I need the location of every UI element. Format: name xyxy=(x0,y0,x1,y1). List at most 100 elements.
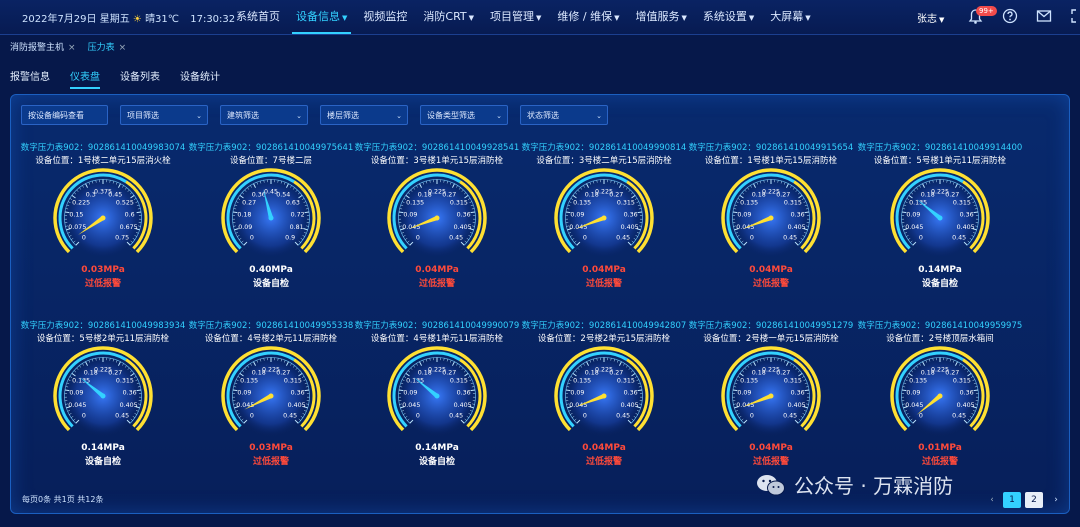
wechat-icon xyxy=(757,474,785,495)
gauge-card[interactable]: 数字压力表902：902861410049955338 设备位置：4号楼2单元11… xyxy=(186,319,356,469)
next-page-button[interactable]: › xyxy=(1047,492,1065,508)
gauge-tick xyxy=(804,211,810,214)
gauge-location: 设备位置：3号楼二单元15层消防栓 xyxy=(536,156,672,166)
user-name: 张志 xyxy=(917,14,937,25)
page-tab-1[interactable]: 压力表 × xyxy=(88,40,127,56)
gauge-status: 过低报警 xyxy=(585,457,622,467)
gauge-card[interactable]: 数字压力表902：902861410049942807 设备位置：2号楼2单元15… xyxy=(519,319,689,469)
gauge-card[interactable]: 数字压力表902：902861410049928541 设备位置：3号楼1单元15… xyxy=(352,141,522,291)
user-menu[interactable]: 张志 ▼ xyxy=(917,10,944,25)
help-icon[interactable] xyxy=(1000,6,1020,26)
gauge-card[interactable]: 数字压力表902：902861410049975641 设备位置：7号楼二层 0 0.… xyxy=(186,141,356,291)
gauge-tick-label: 0.09 xyxy=(906,389,920,396)
sub-tab-1[interactable]: 仪表盘 xyxy=(70,68,100,89)
prev-page-button[interactable]: ‹ xyxy=(983,492,1001,508)
close-icon[interactable]: × xyxy=(119,43,127,53)
gauge-title: 数字压力表902：902861410049959975 xyxy=(857,321,1023,331)
gauge-status: 设备自检 xyxy=(418,457,455,467)
nav-item-label: 项目管理 xyxy=(490,10,535,23)
gauge-card[interactable]: 数字压力表902：902861410049983934 设备位置：5号楼2单元11… xyxy=(18,319,188,469)
floor-filter[interactable]: 楼层筛选 ⌄ xyxy=(320,105,408,125)
device-code-input[interactable]: 按设备编码查看 xyxy=(21,105,108,125)
gauge-tick-label: 0.315 xyxy=(116,378,134,385)
gauge-card[interactable]: 数字压力表902：902861410049990079 设备位置：4号楼1单元11… xyxy=(352,319,522,469)
watermark-text: 公众号 · 万霖消防 xyxy=(794,474,954,498)
gauge-hub xyxy=(100,393,106,399)
gauge-title: 数字压力表902：902861410049955338 xyxy=(188,321,354,331)
gauge-tick-label: 0.315 xyxy=(450,200,468,207)
gauge-tick-label: 0.45 xyxy=(783,413,797,420)
gauge-tick-label: 0.405 xyxy=(788,402,806,409)
gauge-card[interactable]: 数字压力表902：902861410049914400 设备位置：5号楼1单元11… xyxy=(855,141,1025,291)
nav-item-label: 维修 / 维保 xyxy=(557,10,613,23)
chevron-down-icon: ▼ xyxy=(468,14,475,22)
gauge-tick-label: 0.36 xyxy=(624,211,638,218)
nav-item-label: 视频监控 xyxy=(363,10,408,23)
gauge-title: 数字压力表902：902861410049915654 xyxy=(688,143,854,153)
project-filter[interactable]: 项目筛选 ⌄ xyxy=(120,105,208,125)
gauge-value: 0.14MPa xyxy=(918,265,962,275)
bell-icon[interactable]: 99+ xyxy=(966,6,997,26)
watermark: 公众号 · 万霖消防 xyxy=(756,470,953,499)
gauge-tick-label: 0.09 xyxy=(237,389,251,396)
nav-item-2[interactable]: 视频监控 xyxy=(355,0,415,34)
gauge-tick-label: 0 xyxy=(82,235,86,242)
gauge-tick-label: 0.09 xyxy=(737,211,751,218)
gauge-card[interactable]: 数字压力表902：902861410049959975 设备位置：2号楼顶层水箱间… xyxy=(855,319,1025,469)
page-1-button[interactable]: 1 xyxy=(1003,492,1021,508)
mail-icon[interactable] xyxy=(1034,6,1054,26)
gauge-card[interactable]: 数字压力表902：902861410049951279 设备位置：2号楼一单元15… xyxy=(686,319,856,469)
gauge-card[interactable]: 数字压力表902：902861410049990814 设备位置：3号楼二单元15… xyxy=(519,141,689,291)
gauge-tick-label: 0 xyxy=(583,235,587,242)
nav-item-1[interactable]: 设备信息 ▼ xyxy=(288,0,355,34)
gauge-tick-label: 0 xyxy=(750,235,754,242)
chevron-down-icon: ⌄ xyxy=(196,112,202,120)
gauge-status: 过低报警 xyxy=(418,279,455,289)
nav-item-8[interactable]: 大屏幕 ▼ xyxy=(762,0,818,34)
sub-tab-0[interactable]: 报警信息 xyxy=(10,68,50,89)
building-filter[interactable]: 建筑筛选 ⌄ xyxy=(220,105,308,125)
close-icon[interactable]: × xyxy=(68,43,76,53)
chevron-down-icon: ⌄ xyxy=(396,112,402,120)
gauge-title: 数字压力表902：902861410049951279 xyxy=(688,321,854,331)
gauge-tick-label: 0.9 xyxy=(285,235,295,242)
page-tab-label: 消防报警主机 xyxy=(10,43,65,53)
pressure-gauge: 00.0750.150.2250.30.3750.450.5250.60.675… xyxy=(53,168,153,258)
sub-tab-2[interactable]: 设备列表 xyxy=(120,68,160,89)
nav-item-5[interactable]: 维修 / 维保 ▼ xyxy=(549,0,627,34)
nav-item-4[interactable]: 项目管理 ▼ xyxy=(482,0,549,34)
gauge-tick-label: 0.36 xyxy=(624,389,638,396)
nav-item-6[interactable]: 增值服务 ▼ xyxy=(628,0,695,34)
chevron-down-icon: ▼ xyxy=(614,14,620,22)
gauge-location: 设备位置：3号楼1单元15层消防栓 xyxy=(370,156,504,166)
gauge-tick-label: 0 xyxy=(919,235,923,242)
nav-item-3[interactable]: 消防CRT ▼ xyxy=(415,0,482,34)
nav-item-7[interactable]: 系统设置 ▼ xyxy=(695,0,762,34)
building-filter-label: 建筑筛选 xyxy=(227,111,259,120)
gauge-tick-label: 0.27 xyxy=(945,191,959,198)
device-type-filter[interactable]: 设备类型筛选 ⌄ xyxy=(420,105,508,125)
gauge-tick-label: 0.81 xyxy=(290,224,304,231)
gauge-card[interactable]: 数字压力表902：902861410049983074 设备位置：1号楼二单元15… xyxy=(18,141,188,291)
main-nav: 系统首页 设备信息 ▼ 视频监控 消防CRT ▼ 项目管理 ▼ 维修 / 维保 ▼ 增值服务 ▼ 系统设… xyxy=(228,0,819,34)
page-2-button[interactable]: 2 xyxy=(1025,492,1043,508)
chevron-down-icon: ▼ xyxy=(939,16,945,24)
page-tab-0[interactable]: 消防报警主机 × xyxy=(10,40,76,56)
nav-item-0[interactable]: 系统首页 xyxy=(228,0,288,34)
gauge-title: 数字压力表902：902861410049990814 xyxy=(521,143,687,153)
sub-tab-3[interactable]: 设备统计 xyxy=(180,68,220,89)
gauge-tick xyxy=(804,389,810,392)
gauge-tick-label: 0 xyxy=(250,235,254,242)
status-filter[interactable]: 状态筛选 ⌄ xyxy=(520,105,608,125)
gauge-location: 设备位置：5号楼1单元11层消防栓 xyxy=(873,156,1007,166)
gauge-tick-label: 0.315 xyxy=(617,200,635,207)
gauge-tick-label: 0 xyxy=(583,413,587,420)
gauge-tick-label: 0.045 xyxy=(68,402,86,409)
fullscreen-icon[interactable] xyxy=(1068,6,1080,26)
gauge-card[interactable]: 数字压力表902：902861410049915654 设备位置：1号楼1单元15… xyxy=(686,141,856,291)
gauge-tick-label: 0.72 xyxy=(291,211,305,218)
gauge-tick-label: 0.09 xyxy=(238,224,252,231)
gauge-status: 过低报警 xyxy=(585,279,622,289)
gauge-tick-label: 0.36 xyxy=(960,211,974,218)
gauge-tick-label: 0.315 xyxy=(953,378,971,385)
